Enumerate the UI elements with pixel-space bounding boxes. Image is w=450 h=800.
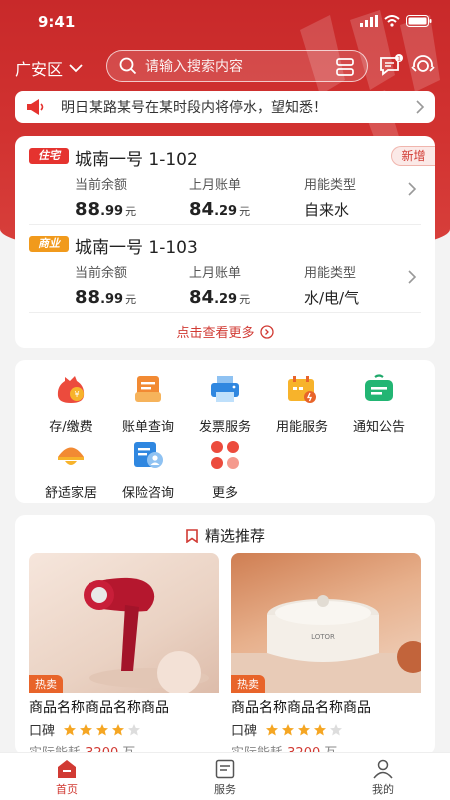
star-filled-icon [314, 723, 327, 735]
energy-type-label: 用能类型 [304, 178, 357, 193]
money-bag-icon: ¥ [57, 376, 85, 403]
lamp-icon [58, 447, 84, 465]
star-filled-icon [112, 723, 125, 735]
signal-icon [360, 15, 378, 27]
account-row[interactable]: 商业 城南一号 1-103 当前余额 88.99 元 上月账单 84.29 元 用能… [15, 224, 435, 312]
chevron-down-icon [69, 63, 83, 72]
recommend-card: 精选推荐 热卖 商品名称商品名称商品 口碑 实际能耗 3200 瓦 [15, 515, 435, 761]
bill-value: 84.29 元 [189, 199, 251, 220]
service-icon [215, 759, 235, 779]
chevron-right-icon [416, 100, 425, 114]
service-smart-home[interactable]: 舒适家居 [29, 438, 113, 501]
services-card: ¥ 存/缴费 账单查询 发票服务 用能服务 通知公告 舒适家居 保险咨询 更多 [15, 360, 435, 503]
insurance-icon [134, 442, 163, 468]
district-label: 广安区 [15, 60, 64, 79]
cooker-illustration: LOTOR [231, 595, 421, 693]
rating-stars [63, 723, 141, 737]
tab-service[interactable]: 服务 [185, 757, 265, 797]
balance-label: 当前余额 [75, 178, 128, 193]
printer-icon [211, 376, 239, 402]
star-empty-icon [330, 723, 343, 735]
balance-value: 88.99 元 [75, 199, 137, 220]
notice-text: 明日某路某号在某时段内将停水，望知悉！ [61, 100, 327, 116]
chevron-right-icon [408, 270, 417, 284]
account-address: 城南一号 1-102 [75, 150, 198, 170]
product-image: LOTOR 热卖 [231, 553, 421, 693]
arrow-circle-right-icon [259, 324, 274, 339]
scan-icon[interactable] [335, 57, 355, 77]
bill-value: 84.29 元 [189, 287, 251, 308]
svg-text:¥: ¥ [74, 390, 79, 399]
bottom-tab-bar: 首页 服务 我的 [0, 752, 450, 800]
bookmark-icon [186, 528, 198, 543]
search-icon [119, 57, 137, 75]
account-type-tag: 商业 [29, 236, 69, 252]
calendar-energy-icon [288, 376, 316, 403]
view-more-link[interactable]: 点击查看更多 [15, 322, 435, 341]
hot-badge: 热卖 [231, 675, 265, 693]
search-input[interactable]: 请输入搜索内容 [106, 50, 368, 82]
product-name: 商品名称商品名称商品 [29, 700, 169, 716]
energy-type-label: 用能类型 [304, 266, 357, 281]
service-bill-query[interactable]: 账单查询 [106, 372, 190, 435]
rating-stars [265, 723, 343, 737]
account-address: 城南一号 1-103 [75, 238, 198, 258]
more-icon [211, 441, 239, 469]
service-notice[interactable]: 通知公告 [337, 372, 421, 435]
bill-label: 上月账单 [189, 266, 242, 281]
hot-badge: 热卖 [29, 675, 63, 693]
service-energy[interactable]: 用能服务 [260, 372, 344, 435]
status-bar: 9:41 [0, 0, 450, 44]
account-row[interactable]: 住宅 城南一号 1-102 当前余额 88.99 元 上月账单 84.29 元 用能… [15, 136, 435, 224]
hair-dryer-illustration [84, 577, 209, 693]
search-placeholder: 请输入搜索内容 [145, 59, 243, 75]
svg-text:LOTOR: LOTOR [311, 633, 335, 641]
balance-label: 当前余额 [75, 266, 128, 281]
balance-value: 88.99 元 [75, 287, 137, 308]
account-type-tag: 住宅 [29, 148, 69, 164]
district-selector[interactable]: 广安区 [15, 56, 83, 80]
home-icon [58, 760, 76, 778]
star-filled-icon [266, 723, 279, 735]
notice-icon [365, 374, 393, 401]
product-image: 热卖 [29, 553, 219, 693]
star-filled-icon [80, 723, 93, 735]
profile-icon [373, 759, 393, 779]
product-rating: 口碑 [29, 720, 219, 739]
tab-home[interactable]: 首页 [27, 757, 107, 797]
view-more-label: 点击查看更多 [176, 326, 255, 341]
status-time: 9:41 [38, 13, 76, 31]
customer-service-icon[interactable] [410, 54, 436, 78]
wifi-icon [384, 15, 400, 27]
service-invoice[interactable]: 发票服务 [183, 372, 267, 435]
star-filled-icon [64, 723, 77, 735]
section-title: 精选推荐 [15, 525, 435, 546]
star-filled-icon [298, 723, 311, 735]
chevron-right-icon [408, 182, 417, 196]
bill-label: 上月账单 [189, 178, 242, 193]
divider [29, 312, 421, 313]
energy-type-value: 水/电/气 [304, 289, 360, 307]
product-rating: 口碑 [231, 720, 421, 739]
accounts-card: 新增 住宅 城南一号 1-102 当前余额 88.99 元 上月账单 84.29 元… [15, 136, 435, 348]
energy-type-value: 自来水 [304, 201, 350, 219]
star-filled-icon [282, 723, 295, 735]
message-icon[interactable]: 1 [378, 54, 404, 78]
service-deposit-pay[interactable]: ¥ 存/缴费 [29, 372, 113, 435]
product-card[interactable]: 热卖 商品名称商品名称商品 口碑 实际能耗 3200 瓦 [29, 553, 219, 761]
service-more[interactable]: 更多 [183, 438, 267, 501]
bill-icon [135, 376, 161, 402]
battery-icon [406, 15, 432, 27]
service-insurance[interactable]: 保险咨询 [106, 438, 190, 501]
product-card[interactable]: LOTOR 热卖 商品名称商品名称商品 口碑 实际能耗 3200 瓦 [231, 553, 421, 761]
product-name: 商品名称商品名称商品 [231, 700, 371, 716]
notice-bar[interactable]: 明日某路某号在某时段内将停水，望知悉！ [15, 91, 435, 123]
megaphone-icon [27, 99, 44, 115]
tab-profile[interactable]: 我的 [343, 757, 423, 797]
svg-text:1: 1 [397, 56, 401, 63]
star-empty-icon [128, 723, 141, 735]
top-bar: 广安区 请输入搜索内容 1 [0, 50, 450, 82]
star-filled-icon [96, 723, 109, 735]
